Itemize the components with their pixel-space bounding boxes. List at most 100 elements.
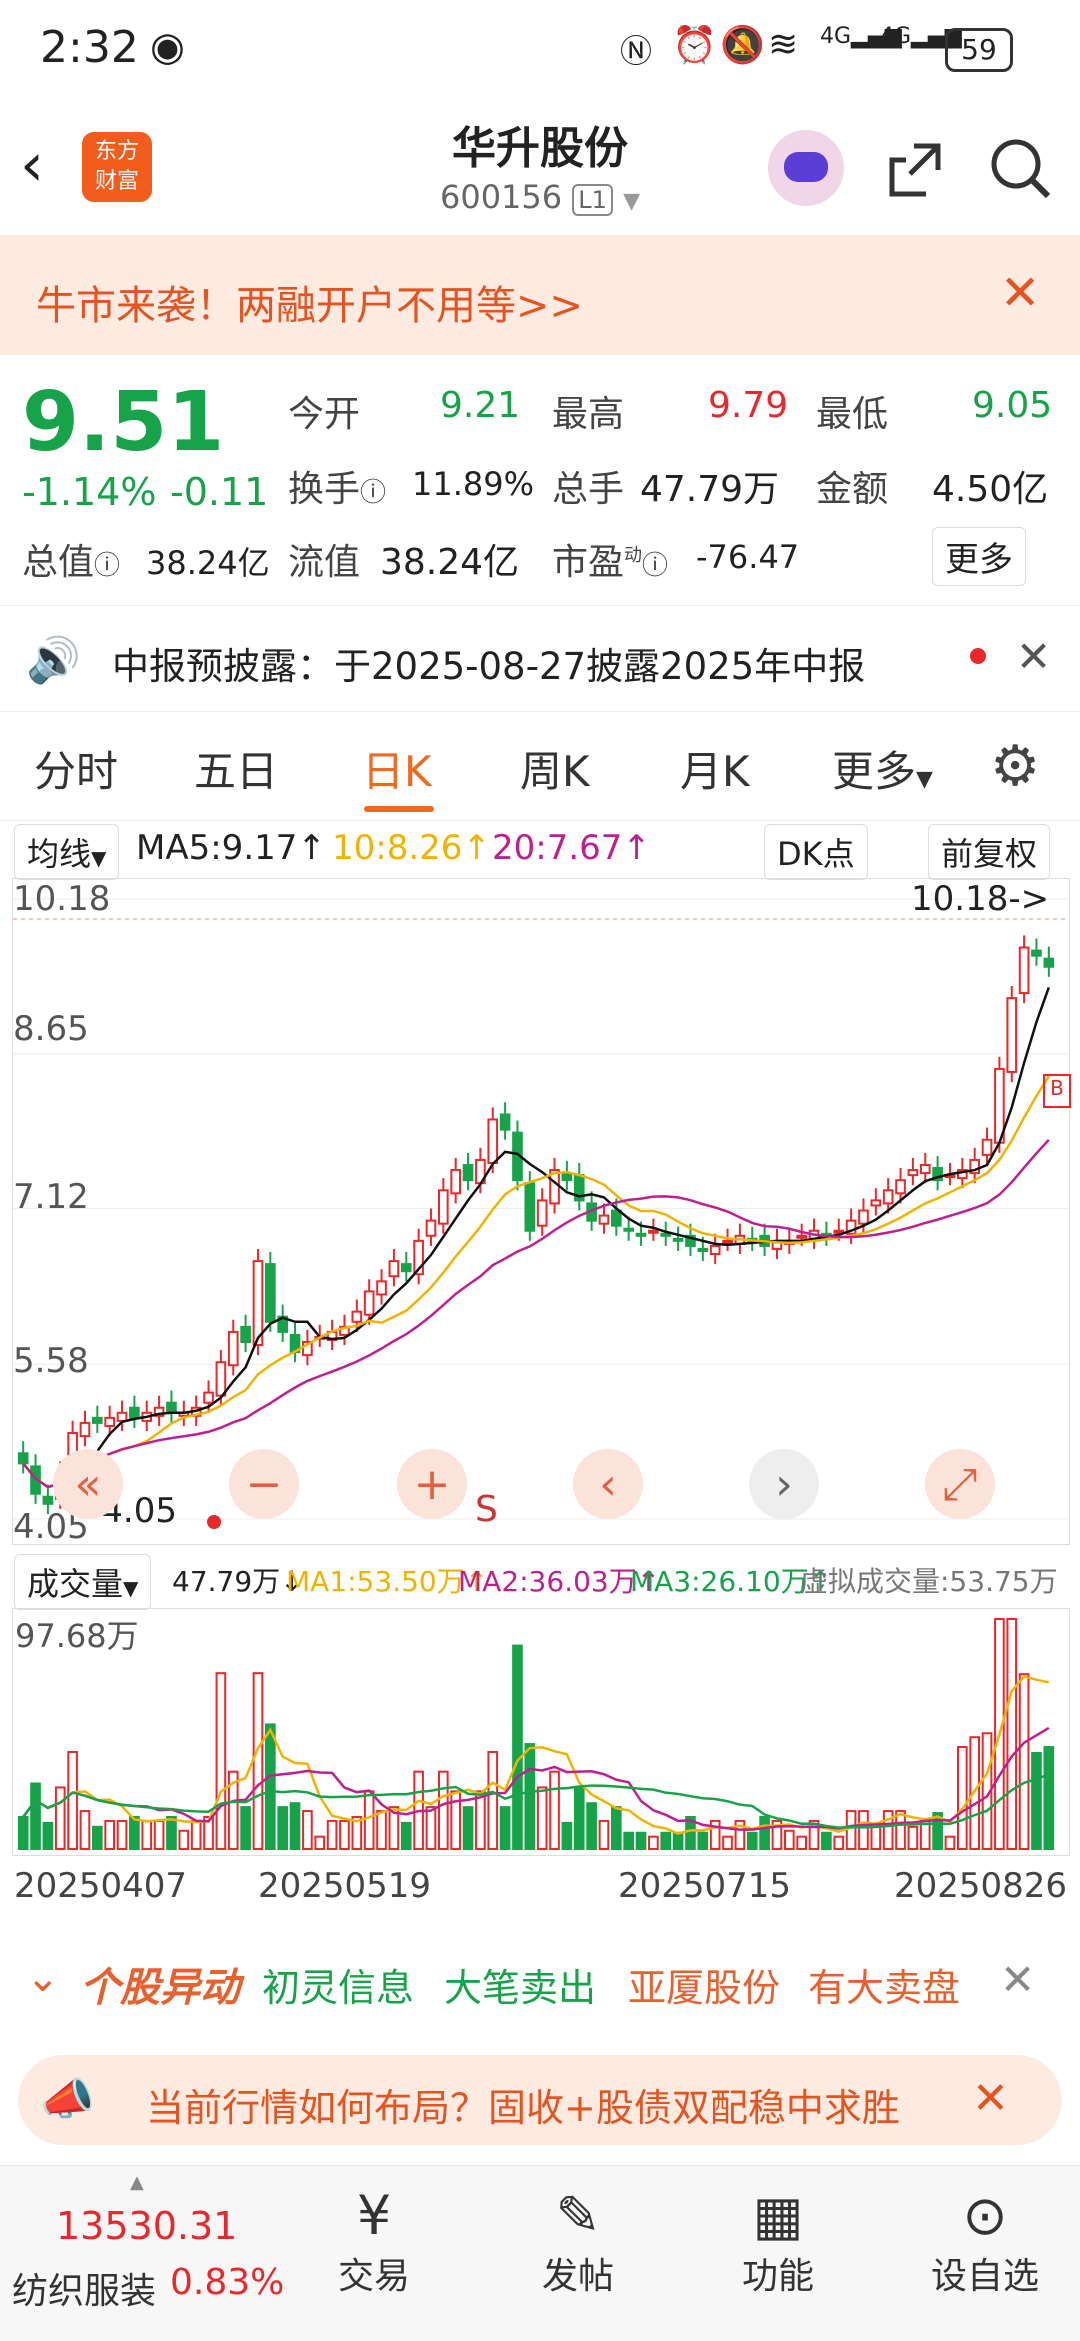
candle-body	[561, 1172, 573, 1182]
ad-banner[interactable]: 📣 当前行情如何布局？固收+股债双配稳中求胜 ✕	[18, 2055, 1062, 2145]
unread-dot	[970, 648, 986, 664]
candle-body	[79, 1421, 91, 1438]
ma10-line	[22, 1075, 1050, 1489]
zoom-out-icon[interactable]: −	[229, 1449, 299, 1519]
alert-item2-name[interactable]: 亚厦股份	[628, 1957, 780, 2012]
stock-code[interactable]: 600156 L1 ▼	[340, 178, 740, 216]
ad-text[interactable]: 当前行情如何布局？固收+股债双配稳中求胜	[146, 2077, 900, 2132]
prev-icon[interactable]: ‹	[573, 1449, 643, 1519]
y-tick-4: 5.58	[13, 1341, 89, 1381]
index-value[interactable]: 13530.31	[56, 2204, 237, 2248]
volume-bar	[821, 1831, 832, 1851]
kline-chart[interactable]: 10.18 8.65 7.12 5.58 4.05 10.18-> -4.05 …	[12, 878, 1071, 1547]
candle-body	[722, 1239, 733, 1244]
share-icon[interactable]	[884, 138, 946, 200]
index-name: 纺织服装	[12, 2271, 157, 2312]
volume-select[interactable]: 成交量▼	[14, 1554, 152, 1610]
volume-bar	[363, 1790, 375, 1851]
post-button[interactable]: ✎ 发帖	[518, 2184, 638, 2299]
pe-value: -76.47	[696, 538, 800, 576]
promo-text[interactable]: 牛市来袭！两融开户不用等>>	[36, 273, 583, 331]
candle-body	[536, 1199, 548, 1227]
promo-banner[interactable]: 牛市来袭！两融开户不用等>> ✕	[0, 235, 1080, 355]
more-button[interactable]: 更多	[932, 527, 1026, 586]
back-icon[interactable]: ‹	[20, 130, 44, 200]
volume-bar	[660, 1831, 672, 1851]
volume-bar	[623, 1831, 635, 1851]
tab-more[interactable]: 更多▼	[832, 738, 933, 799]
zoom-in-icon[interactable]: +	[397, 1449, 467, 1519]
megaphone-icon: 📣	[40, 2074, 95, 2125]
candle-body	[376, 1280, 387, 1296]
chevron-down-icon[interactable]: ⌄	[26, 1955, 60, 2001]
candle-body	[363, 1290, 375, 1316]
candle-body	[1031, 949, 1042, 957]
wifi-icon: ≋	[768, 24, 799, 65]
volume-bar	[277, 1806, 289, 1850]
edit-icon: ✎	[555, 2184, 601, 2247]
tab-weekly-k[interactable]: 周K	[520, 738, 590, 799]
volume-bar	[746, 1831, 758, 1851]
status-time: 2:32	[40, 22, 139, 73]
candle-body	[796, 1234, 808, 1239]
candle-body	[858, 1209, 869, 1225]
assistant-avatar[interactable]	[768, 130, 844, 206]
notice-close-icon[interactable]: ✕	[1016, 632, 1051, 681]
adjust-select[interactable]: 前复权	[928, 824, 1051, 880]
tab-daily-k[interactable]: 日K	[362, 738, 432, 799]
gear-icon[interactable]: ⚙	[990, 734, 1040, 799]
candle-body	[129, 1406, 140, 1419]
high-marker: 10.18->	[911, 879, 1050, 919]
candle-body	[1043, 957, 1055, 968]
tab-monthly-k[interactable]: 月K	[680, 738, 750, 799]
volume-bar	[91, 1825, 103, 1851]
battery-icon: 59	[945, 28, 1013, 72]
candle-body	[524, 1182, 536, 1232]
candle-body	[672, 1237, 684, 1242]
volume-chart[interactable]: 97.68万	[12, 1608, 1070, 1856]
x-label-3: 20250715	[618, 1866, 792, 1906]
fullscreen-icon[interactable]: ⤢	[925, 1449, 995, 1519]
volume-bar	[610, 1806, 622, 1850]
yen-icon: ¥	[356, 2184, 392, 2247]
function-button[interactable]: ▦ 功能	[718, 2184, 838, 2299]
caret-up-icon[interactable]: ▲	[130, 2172, 144, 2193]
level-badge: L1	[572, 184, 613, 216]
next-icon[interactable]: ›	[749, 1449, 819, 1519]
info-icon[interactable]: ⓘ	[360, 478, 386, 508]
volume-bar	[437, 1770, 449, 1851]
notice-bar[interactable]: 🔊 中报预披露：于2025-08-27披露2025年中报 ✕	[0, 605, 1080, 712]
rewind-icon[interactable]: «	[53, 1449, 123, 1519]
notice-text[interactable]: 中报预披露：于2025-08-27披露2025年中报	[112, 636, 865, 690]
trade-button[interactable]: ¥ 交易	[314, 2184, 434, 2299]
info-icon[interactable]: ⓘ	[642, 551, 668, 581]
eye-icon: ◉	[150, 24, 185, 70]
volume-bar	[264, 1723, 276, 1850]
chart-indicator-bar: 均线▼ MA5:9.17↑ 10:8.26↑ 20:7.67↑ DK点 前复权	[0, 820, 1080, 880]
buy-point-marker: B	[1043, 1074, 1071, 1108]
info-icon[interactable]: ⓘ	[94, 551, 120, 581]
alert-item2-event: 有大卖盘	[808, 1966, 961, 2010]
tab-fenshi[interactable]: 分时	[34, 738, 118, 799]
stock-alert-row[interactable]: ⌄ 个股异动 初灵信息 大笔卖出 亚厦股份 有大卖盘 ✕	[0, 1945, 1080, 2025]
period-tabs: 分时 五日 日K 周K 月K 更多▼ ⚙	[0, 710, 1080, 821]
alert-close-icon[interactable]: ✕	[1000, 1955, 1035, 2004]
search-icon[interactable]	[988, 136, 1054, 202]
dk-point-button[interactable]: DK点	[764, 824, 868, 880]
ma-select[interactable]: 均线▼	[14, 824, 120, 880]
add-watchlist-button[interactable]: ⊙ 设自选	[910, 2184, 1060, 2299]
volume-bar	[1006, 1618, 1018, 1850]
ad-close-icon[interactable]: ✕	[972, 2073, 1009, 2124]
ma20-line	[22, 1138, 1050, 1489]
volume-bar	[796, 1835, 808, 1850]
date-axis: 20250407 20250519 20250715 20250826	[0, 1856, 1080, 1916]
volume-bar	[512, 1644, 523, 1850]
index-pct: 0.83%	[170, 2262, 285, 2303]
alert-item1-name[interactable]: 初灵信息	[262, 1957, 414, 2012]
promo-close-icon[interactable]: ✕	[1000, 265, 1040, 321]
tab-wuri[interactable]: 五日	[194, 738, 278, 799]
change-value: -0.11	[170, 470, 269, 514]
volume-bar	[536, 1786, 548, 1850]
candle-body	[264, 1263, 276, 1323]
alarm-icon: ⏰	[672, 25, 717, 66]
